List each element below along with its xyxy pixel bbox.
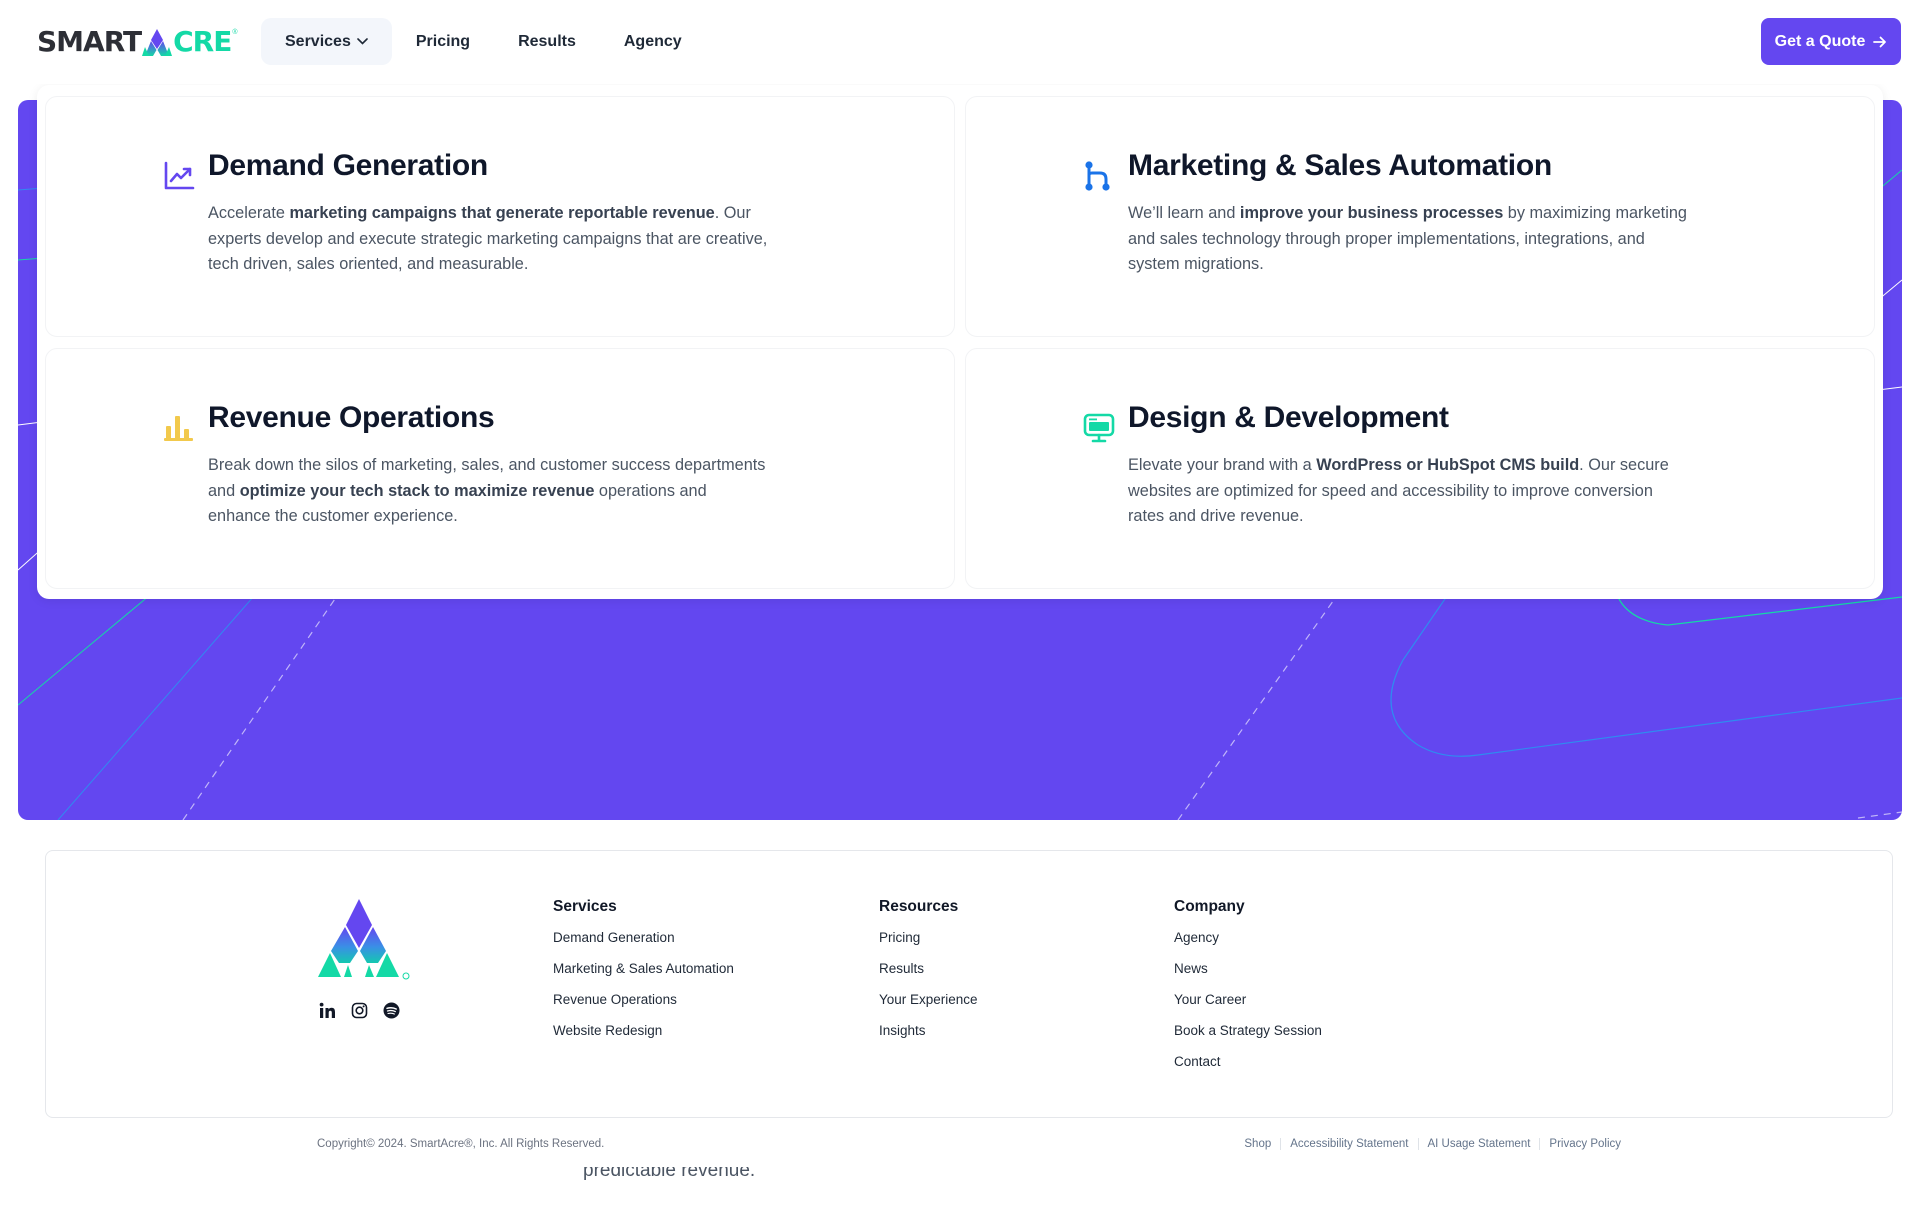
spotify-icon <box>383 1002 399 1018</box>
footer-link[interactable]: Revenue Operations <box>553 990 734 1021</box>
service-card-revenue-operations[interactable]: Revenue Operations Break down the silos … <box>45 348 955 589</box>
smartacre-mark-logo[interactable] <box>318 899 412 981</box>
arrow-right-icon <box>1873 36 1887 47</box>
instagram-icon <box>351 1002 367 1018</box>
overflow-mask <box>560 1156 860 1167</box>
social-links <box>318 1001 400 1019</box>
bar-chart-icon <box>164 416 193 441</box>
service-description: Elevate your brand with a WordPress or H… <box>1128 453 1688 530</box>
linkedin-link[interactable] <box>318 1001 336 1019</box>
footer-column-heading: Company <box>1174 898 1245 915</box>
logo-registered-mark: ® <box>232 29 238 36</box>
footer-link[interactable]: Marketing & Sales Automation <box>553 959 734 990</box>
service-description: Accelerate marketing campaigns that gene… <box>208 201 768 278</box>
get-a-quote-button[interactable]: Get a Quote <box>1761 18 1901 65</box>
divider <box>1417 1138 1419 1150</box>
footer-column-company: Company Agency News Your Career Book a S… <box>1174 897 1322 1083</box>
footer-link[interactable]: Your Experience <box>879 990 978 1021</box>
logo-mountain-icon <box>142 28 173 56</box>
footer-link[interactable]: Website Redesign <box>553 1021 734 1052</box>
service-description: Break down the silos of marketing, sales… <box>208 453 768 530</box>
footer-link[interactable]: Demand Generation <box>553 928 734 959</box>
service-description: We’ll learn and improve your business pr… <box>1128 201 1688 278</box>
desc-highlight: WordPress or HubSpot CMS build <box>1316 456 1580 474</box>
legal-link-accessibility[interactable]: Accessibility Statement <box>1290 1138 1408 1150</box>
nav-agency[interactable]: Agency <box>600 18 706 65</box>
nav-pricing-label: Pricing <box>415 32 471 50</box>
footer-column-services: Services Demand Generation Marketing & S… <box>553 897 734 1052</box>
service-title: Design & Development <box>1128 401 1449 434</box>
trending-chart-icon <box>164 161 195 190</box>
footer-link[interactable]: Your Career <box>1174 990 1322 1021</box>
legal-link-ai-usage[interactable]: AI Usage Statement <box>1428 1138 1531 1150</box>
divider <box>1539 1138 1541 1150</box>
linkedin-icon <box>319 1002 335 1018</box>
service-card-marketing-sales-automation[interactable]: Marketing & Sales Automation We’ll learn… <box>965 96 1875 337</box>
service-title: Demand Generation <box>208 149 488 182</box>
footer-link[interactable]: Contact <box>1174 1052 1322 1083</box>
smartacre-logo[interactable]: SMART CRE ® <box>37 27 238 57</box>
footer-link[interactable]: Insights <box>879 1021 978 1052</box>
main-nav: Services Pricing Results Agency <box>261 18 706 65</box>
legal-link-privacy[interactable]: Privacy Policy <box>1549 1138 1621 1150</box>
site-footer: Services Demand Generation Marketing & S… <box>45 850 1893 1118</box>
nav-pricing[interactable]: Pricing <box>392 18 494 65</box>
footer-link[interactable]: Results <box>879 959 978 990</box>
get-a-quote-label: Get a Quote <box>1774 32 1866 50</box>
footer-column-heading: Resources <box>879 898 959 915</box>
nav-services-label: Services <box>285 32 351 50</box>
services-dropdown-menu: Demand Generation Accelerate marketing c… <box>37 85 1883 599</box>
desc-highlight: improve your business processes <box>1239 204 1504 222</box>
logo-text-smart: SMART <box>37 25 142 58</box>
footer-link[interactable]: Book a Strategy Session <box>1174 1021 1322 1052</box>
service-card-design-development[interactable]: Design & Development Elevate your brand … <box>965 348 1875 589</box>
workflow-icon <box>1085 161 1110 191</box>
site-header: SMART CRE ® Services Pricing Results Age… <box>0 0 1920 84</box>
desc-text: Elevate your brand with a <box>1128 456 1317 474</box>
desc-text: We’ll learn and <box>1128 204 1240 222</box>
logo-text-cre: CRE <box>173 25 232 58</box>
footer-link[interactable]: Pricing <box>879 928 978 959</box>
nav-results-label: Results <box>518 32 576 50</box>
chevron-down-icon <box>357 38 368 45</box>
service-title: Marketing & Sales Automation <box>1128 149 1552 182</box>
desc-highlight: optimize your tech stack to maximize rev… <box>239 481 595 500</box>
instagram-link[interactable] <box>350 1001 368 1019</box>
footer-column-resources: Resources Pricing Results Your Experienc… <box>879 897 978 1052</box>
nav-services[interactable]: Services <box>261 18 392 65</box>
service-title: Revenue Operations <box>208 401 495 434</box>
legal-links: Shop Accessibility Statement AI Usage St… <box>1244 1138 1621 1150</box>
spotify-link[interactable] <box>382 1001 400 1019</box>
footer-column-heading: Services <box>553 898 617 915</box>
nav-results[interactable]: Results <box>494 18 600 65</box>
desc-text: Accelerate <box>208 204 290 222</box>
divider <box>1280 1138 1282 1150</box>
copyright-text: Copyright© 2024. SmartAcre®, Inc. All Ri… <box>317 1138 605 1150</box>
service-card-demand-generation[interactable]: Demand Generation Accelerate marketing c… <box>45 96 955 337</box>
legal-link-shop[interactable]: Shop <box>1244 1138 1271 1150</box>
monitor-icon <box>1083 413 1115 443</box>
desc-highlight: marketing campaigns that generate report… <box>289 204 715 222</box>
footer-link[interactable]: Agency <box>1174 928 1322 959</box>
nav-agency-label: Agency <box>623 32 682 50</box>
footer-link[interactable]: News <box>1174 959 1322 990</box>
